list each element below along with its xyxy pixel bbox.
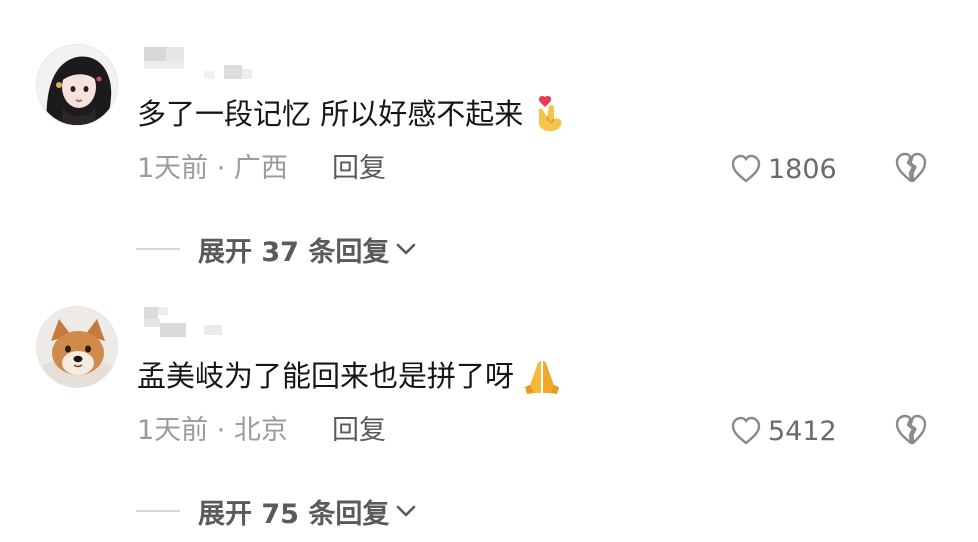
username-pixelated[interactable]: [138, 305, 298, 345]
comment-text: 多了一段记忆 所以好感不起来: [137, 94, 567, 134]
chevron-down-icon: [397, 505, 416, 517]
folded-hands-emoji: [522, 357, 560, 395]
comment-text: 孟美岐为了能回来也是拼了呀: [137, 356, 560, 396]
like-count: 1806: [768, 153, 837, 185]
avatar-image: [37, 45, 117, 125]
reply-button[interactable]: 回复: [332, 151, 386, 187]
chevron-down-icon: [397, 243, 416, 255]
comment-meta: 1天前 · 广西: [137, 153, 288, 184]
dislike-button[interactable]: [893, 413, 929, 449]
comment-text-content: 孟美岐为了能回来也是拼了呀: [137, 359, 515, 393]
heart-icon: [731, 154, 761, 183]
expand-replies-label: 展开 75 条回复: [198, 498, 390, 530]
pixelated-name-image: [144, 47, 252, 79]
expand-replies-label: 展开 37 条回复: [198, 236, 390, 268]
like-button[interactable]: 1806: [730, 151, 837, 187]
finger-heart-emoji: [531, 95, 567, 133]
username-pixelated[interactable]: [138, 45, 298, 85]
comment-meta: 1天前 · 北京: [137, 415, 288, 446]
like-count: 5412: [768, 415, 837, 447]
divider-line: [136, 510, 180, 512]
comment-text-content: 多了一段记忆 所以好感不起来: [137, 97, 524, 131]
expand-replies-button[interactable]: 展开 37 条回复: [136, 231, 417, 268]
like-button[interactable]: 5412: [730, 413, 837, 449]
avatar-image: [37, 307, 117, 387]
broken-heart-icon: [895, 414, 927, 445]
broken-heart-icon: [895, 152, 927, 183]
divider-line: [136, 248, 180, 250]
heart-icon: [731, 416, 761, 445]
reply-button[interactable]: 回复: [332, 413, 386, 449]
avatar[interactable]: [36, 44, 118, 126]
dislike-button[interactable]: [893, 151, 929, 187]
expand-replies-button[interactable]: 展开 75 条回复: [136, 493, 417, 530]
avatar[interactable]: [36, 306, 118, 388]
pixelated-name-image: [144, 307, 222, 337]
